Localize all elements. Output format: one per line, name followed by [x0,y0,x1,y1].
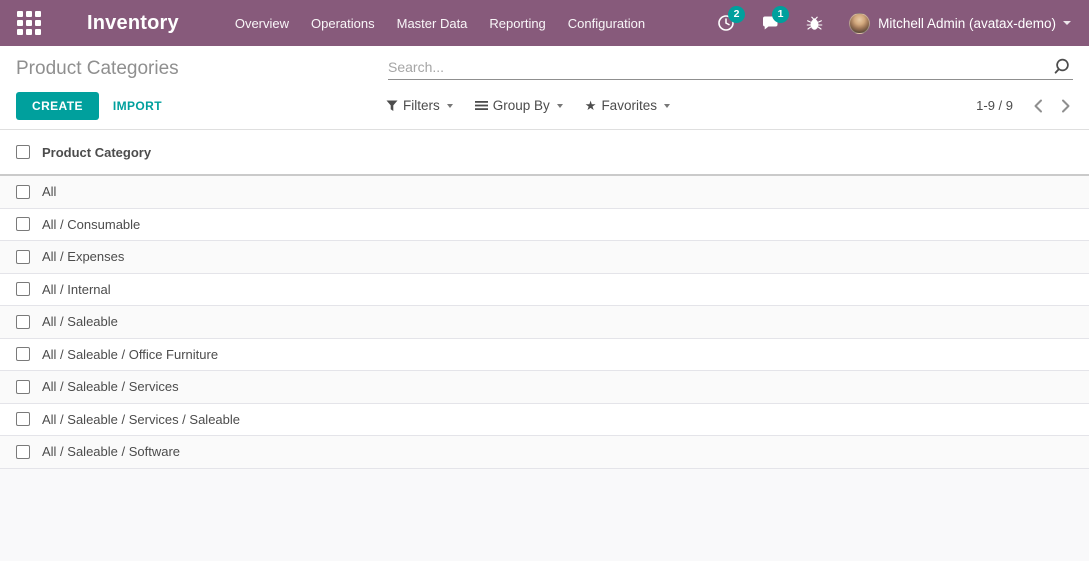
group-by-dropdown[interactable]: Group By [475,98,563,113]
category-name: All / Consumable [42,217,140,232]
chevron-down-icon [1063,21,1071,25]
action-buttons: CREATE IMPORT [16,92,162,119]
category-name: All / Saleable / Services [42,379,179,394]
row-checkbox[interactable] [16,445,30,459]
table-row[interactable]: All [0,176,1089,209]
table-row[interactable]: All / Saleable / Services [0,371,1089,404]
row-checkbox[interactable] [16,282,30,296]
pager: 1-9 / 9 [976,92,1073,119]
list-body: All All / Consumable All / Expenses All … [0,176,1089,469]
row-checkbox[interactable] [16,315,30,329]
messages-menu-button[interactable]: 1 [761,14,780,32]
nav-item-overview[interactable]: Overview [224,0,300,46]
import-button[interactable]: IMPORT [113,99,162,113]
search-input[interactable] [388,59,1052,75]
pager-previous-button[interactable] [1031,97,1045,115]
create-button[interactable]: CREATE [16,92,99,120]
apps-menu-icon[interactable] [17,11,41,35]
row-checkbox[interactable] [16,250,30,264]
app-title[interactable]: Inventory [87,12,179,35]
row-checkbox[interactable] [16,412,30,426]
pager-range: 1-9 / 9 [976,98,1013,113]
category-name: All / Saleable [42,314,118,329]
category-name: All / Saleable / Office Furniture [42,347,218,362]
debug-menu-button[interactable] [806,14,823,32]
filters-dropdown[interactable]: Filters [386,98,453,113]
row-checkbox[interactable] [16,380,30,394]
table-row[interactable]: All / Consumable [0,209,1089,242]
chevron-down-icon [664,104,670,108]
nav-item-configuration[interactable]: Configuration [557,0,656,46]
systray: 2 1 Mitchell Admin (avatax-demo) [691,13,1089,34]
pager-next-button[interactable] [1059,97,1073,115]
activity-menu-button[interactable]: 2 [717,14,735,32]
table-row[interactable]: All / Saleable / Services / Saleable [0,404,1089,437]
nav-item-reporting[interactable]: Reporting [478,0,556,46]
table-row[interactable]: All / Expenses [0,241,1089,274]
category-name: All / Saleable / Services / Saleable [42,412,240,427]
messages-count-badge: 1 [772,6,789,23]
table-row[interactable]: All / Saleable / Software [0,436,1089,469]
column-header-product-category: Product Category [42,145,151,160]
list-lines-icon [475,100,488,111]
nav-item-operations[interactable]: Operations [300,0,386,46]
favorites-dropdown[interactable]: ★ Favorites [585,98,670,113]
row-checkbox[interactable] [16,347,30,361]
star-icon: ★ [585,99,597,112]
user-avatar [849,13,870,34]
user-name: Mitchell Admin (avatax-demo) [878,16,1056,31]
filters-label: Filters [403,98,440,113]
table-row[interactable]: All / Internal [0,274,1089,307]
category-name: All / Expenses [42,249,124,264]
group-by-label: Group By [493,98,550,113]
row-checkbox[interactable] [16,217,30,231]
category-name: All / Internal [42,282,111,297]
search-bar [388,54,1073,80]
breadcrumb-page-title: Product Categories [16,58,179,80]
row-checkbox[interactable] [16,185,30,199]
search-view-controls: Filters Group By ★ Favorites [386,92,692,119]
select-all-checkbox[interactable] [16,145,30,159]
nav-item-master-data[interactable]: Master Data [386,0,479,46]
category-name: All [42,184,56,199]
chevron-down-icon [557,104,563,108]
list-header-row: Product Category [0,130,1089,176]
chevron-down-icon [447,104,453,108]
user-menu-button[interactable]: Mitchell Admin (avatax-demo) [849,13,1071,34]
table-row[interactable]: All / Saleable / Office Furniture [0,339,1089,372]
product-categories-list: Product Category All All / Consumable Al… [0,130,1089,469]
funnel-icon [386,100,398,112]
activity-count-badge: 2 [728,6,745,23]
app-nav-menu: Overview Operations Master Data Reportin… [224,0,656,46]
category-name: All / Saleable / Software [42,444,180,459]
table-row[interactable]: All / Saleable [0,306,1089,339]
control-panel: Product Categories CREATE IMPORT Filters [0,46,1089,130]
top-navbar: Inventory Overview Operations Master Dat… [0,0,1089,46]
favorites-label: Favorites [601,98,657,113]
bug-icon [806,14,823,32]
search-icon[interactable] [1052,57,1071,76]
